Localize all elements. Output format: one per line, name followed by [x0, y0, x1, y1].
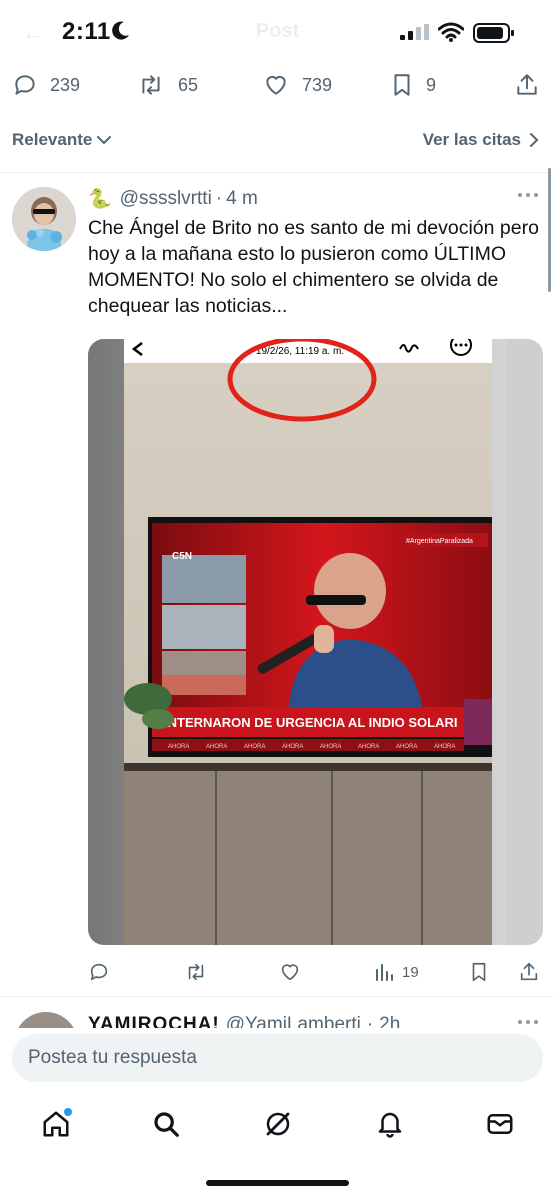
avatar[interactable]	[12, 187, 76, 251]
scrollbar[interactable]	[548, 168, 551, 292]
timestamp: 4 m	[226, 188, 258, 209]
divider	[0, 996, 555, 997]
nav-notifications[interactable]	[372, 1106, 408, 1142]
status-bar: ← Post 2:11	[0, 0, 555, 66]
next-reply-peek[interactable]: YAMIROCHA! @YamiLamberti · 2h	[0, 998, 555, 1028]
signal-icon	[400, 24, 429, 40]
search-icon	[154, 1112, 179, 1137]
reply-composer[interactable]	[12, 1034, 543, 1082]
repost-button[interactable]	[184, 961, 214, 983]
tweet-header: 🐍 @sssslvrtti · 4 m	[88, 187, 258, 211]
share-icon[interactable]	[514, 72, 540, 98]
tv-ticker: AHORA	[320, 744, 341, 750]
separator-dot: ·	[366, 1014, 374, 1028]
nav-messages[interactable]	[482, 1106, 518, 1142]
next-reply-name: YAMIROCHA!	[88, 1014, 220, 1028]
views-icon	[376, 964, 393, 981]
bookmark-count-button[interactable]: 9	[390, 72, 436, 98]
grok-icon	[266, 1112, 290, 1136]
next-reply-handle: @YamiLamberti	[225, 1014, 361, 1028]
tv-ticker: AHORA	[396, 744, 417, 750]
user-handle[interactable]: @sssslvrtti	[120, 188, 212, 210]
bottom-nav	[0, 1100, 555, 1150]
nav-home[interactable]	[38, 1106, 74, 1142]
phone-timestamp: 19/2/26, 11:19 a. m.	[256, 346, 344, 357]
tv-ticker: AHORA	[206, 744, 227, 750]
tv-ticker: AHORA	[282, 744, 303, 750]
bell-icon	[378, 1112, 402, 1138]
reply-tweet[interactable]: 🐍 @sssslvrtti · 4 m Che Ángel de Brito n…	[0, 175, 555, 995]
divider	[0, 172, 555, 173]
repost-count: 65	[178, 74, 199, 95]
chevron-down-icon	[97, 136, 112, 145]
status-time: 2:11	[62, 18, 111, 45]
repost-icon	[142, 75, 160, 95]
views-button[interactable]: 19	[374, 961, 419, 983]
nav-search[interactable]	[148, 1106, 184, 1142]
repost-icon	[188, 963, 204, 981]
tv-ticker: AHORA	[358, 744, 379, 750]
tv-headline: INTERNARON DE URGENCIA AL INDIO SOLARI	[164, 715, 457, 730]
tv-channel-logo: C5N	[172, 551, 192, 562]
view-count: 19	[402, 963, 419, 981]
separator-dot: ·	[215, 188, 223, 209]
wifi-icon	[438, 22, 464, 42]
bookmark-icon[interactable]	[468, 961, 490, 983]
more-icon[interactable]	[517, 1018, 539, 1026]
share-icon[interactable]	[518, 961, 540, 983]
like-count-button[interactable]: 739	[262, 72, 332, 98]
bookmark-icon	[394, 74, 410, 96]
sort-bar: Relevante Ver las citas	[0, 122, 555, 162]
tweet-actions: 19	[88, 957, 543, 987]
reply-icon	[90, 963, 108, 981]
moon-icon	[112, 21, 129, 40]
avatar[interactable]	[14, 1012, 78, 1028]
heart-icon	[266, 75, 286, 95]
bookmark-count: 9	[426, 74, 437, 95]
engagement-bar: 239 65 739 9	[0, 66, 555, 106]
like-button[interactable]	[278, 961, 308, 983]
home-indicator	[206, 1180, 349, 1186]
mail-icon	[487, 1114, 513, 1134]
tweet-text: Che Ángel de Brito no es santo de mi dev…	[88, 217, 539, 317]
nav-grok[interactable]	[260, 1106, 296, 1142]
heart-icon	[281, 964, 299, 981]
sort-dropdown[interactable]: Relevante	[12, 130, 113, 150]
like-count: 739	[302, 74, 333, 95]
tv-hashtag: #ArgentinaParalizada	[406, 538, 473, 545]
sort-label: Relevante	[12, 130, 93, 149]
tv-ticker: AHORA	[434, 744, 455, 750]
more-icon[interactable]	[517, 191, 539, 199]
reply-count: 239	[50, 74, 81, 95]
tv-ticker: AHORA	[168, 744, 189, 750]
reply-count-button[interactable]: 239	[12, 72, 80, 98]
view-quotes-label: Ver las citas	[422, 130, 521, 149]
battery-icon	[473, 23, 514, 43]
reply-icon	[15, 75, 35, 95]
user-emoji: 🐍	[88, 189, 112, 210]
next-reply-header: YAMIROCHA! @YamiLamberti · 2h	[88, 1014, 400, 1028]
tv-ticker: AHORA	[244, 744, 265, 750]
repost-count-button[interactable]: 65	[136, 72, 198, 98]
notification-dot	[64, 1108, 72, 1116]
view-quotes-link[interactable]: Ver las citas	[423, 130, 541, 150]
next-reply-time: 2h	[379, 1014, 401, 1028]
tweet-image[interactable]: fu 19/2/26, 11:19 a. m. C5N #ArgentinaPa…	[88, 339, 543, 945]
reply-input[interactable]	[12, 1034, 543, 1082]
chevron-right-icon	[530, 133, 539, 147]
reply-button[interactable]	[88, 961, 116, 983]
